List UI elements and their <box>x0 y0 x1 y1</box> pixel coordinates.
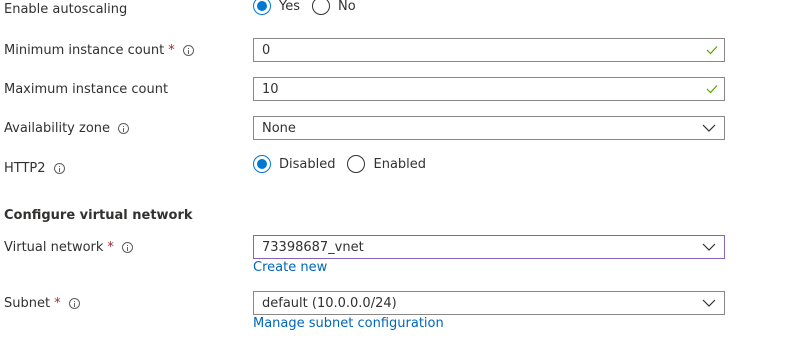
info-icon[interactable] <box>182 44 194 56</box>
subnet-dropdown[interactable]: default (10.0.0.0/24) <box>253 291 725 315</box>
autoscaling-label-text: Enable autoscaling <box>4 1 128 17</box>
availability-zone-label-text: Availability zone <box>4 120 111 136</box>
info-icon[interactable] <box>121 241 133 253</box>
radio-unselected-icon <box>347 155 366 173</box>
manage-subnet-link[interactable]: Manage subnet configuration <box>253 316 444 331</box>
virtual-network-value: 73398687_vnet <box>262 239 364 255</box>
http2-disabled-radio[interactable]: Disabled <box>253 155 335 173</box>
min-instance-value: 0 <box>262 42 271 58</box>
autoscaling-no-radio[interactable]: No <box>312 0 356 15</box>
info-icon[interactable] <box>118 122 130 134</box>
radio-label: Disabled <box>279 156 336 172</box>
min-instance-label: Minimum instance count * <box>4 40 194 60</box>
subnet-value: default (10.0.0.0/24) <box>262 295 397 311</box>
radio-unselected-icon <box>312 0 330 15</box>
info-icon[interactable] <box>53 162 65 174</box>
availability-zone-dropdown[interactable]: None <box>253 116 725 140</box>
radio-selected-icon <box>253 155 271 173</box>
autoscaling-radio-group: Yes No <box>253 0 368 16</box>
radio-selected-icon <box>253 0 271 15</box>
create-new-link[interactable]: Create new <box>253 260 327 275</box>
subnet-label: Subnet * <box>4 293 80 313</box>
chevron-down-icon <box>702 299 716 307</box>
min-instance-input[interactable]: 0 <box>253 38 725 62</box>
check-icon <box>706 46 718 55</box>
availability-zone-label: Availability zone <box>4 118 130 138</box>
chevron-down-icon <box>702 243 716 251</box>
radio-label: Yes <box>279 0 300 14</box>
min-instance-label-text: Minimum instance count <box>4 42 165 58</box>
chevron-down-icon <box>702 124 716 132</box>
virtual-network-label-text: Virtual network <box>4 239 104 255</box>
virtual-network-dropdown[interactable]: 73398687_vnet <box>253 235 725 259</box>
http2-enabled-radio[interactable]: Enabled <box>347 155 426 173</box>
http2-label: HTTP2 <box>4 158 65 178</box>
http2-label-text: HTTP2 <box>4 160 46 176</box>
required-mark: * <box>54 295 61 311</box>
check-icon <box>706 85 718 94</box>
autoscaling-label: Enable autoscaling <box>4 0 127 19</box>
max-instance-label-text: Maximum instance count <box>4 81 169 97</box>
page: Enable autoscaling Yes No Minimum instan… <box>0 0 785 361</box>
max-instance-value: 10 <box>262 81 279 97</box>
required-mark: * <box>107 239 114 255</box>
radio-label: No <box>338 0 356 14</box>
virtual-network-label: Virtual network * <box>4 237 133 257</box>
required-mark: * <box>168 42 175 58</box>
max-instance-label: Maximum instance count <box>4 79 168 99</box>
info-icon[interactable] <box>68 297 80 309</box>
subnet-label-text: Subnet <box>4 295 51 311</box>
radio-label: Enabled <box>373 156 427 172</box>
http2-radio-group: Disabled Enabled <box>253 154 438 174</box>
section-title: Configure virtual network <box>4 208 193 223</box>
availability-zone-value: None <box>262 120 296 136</box>
autoscaling-yes-radio[interactable]: Yes <box>253 0 300 15</box>
max-instance-input[interactable]: 10 <box>253 77 725 101</box>
